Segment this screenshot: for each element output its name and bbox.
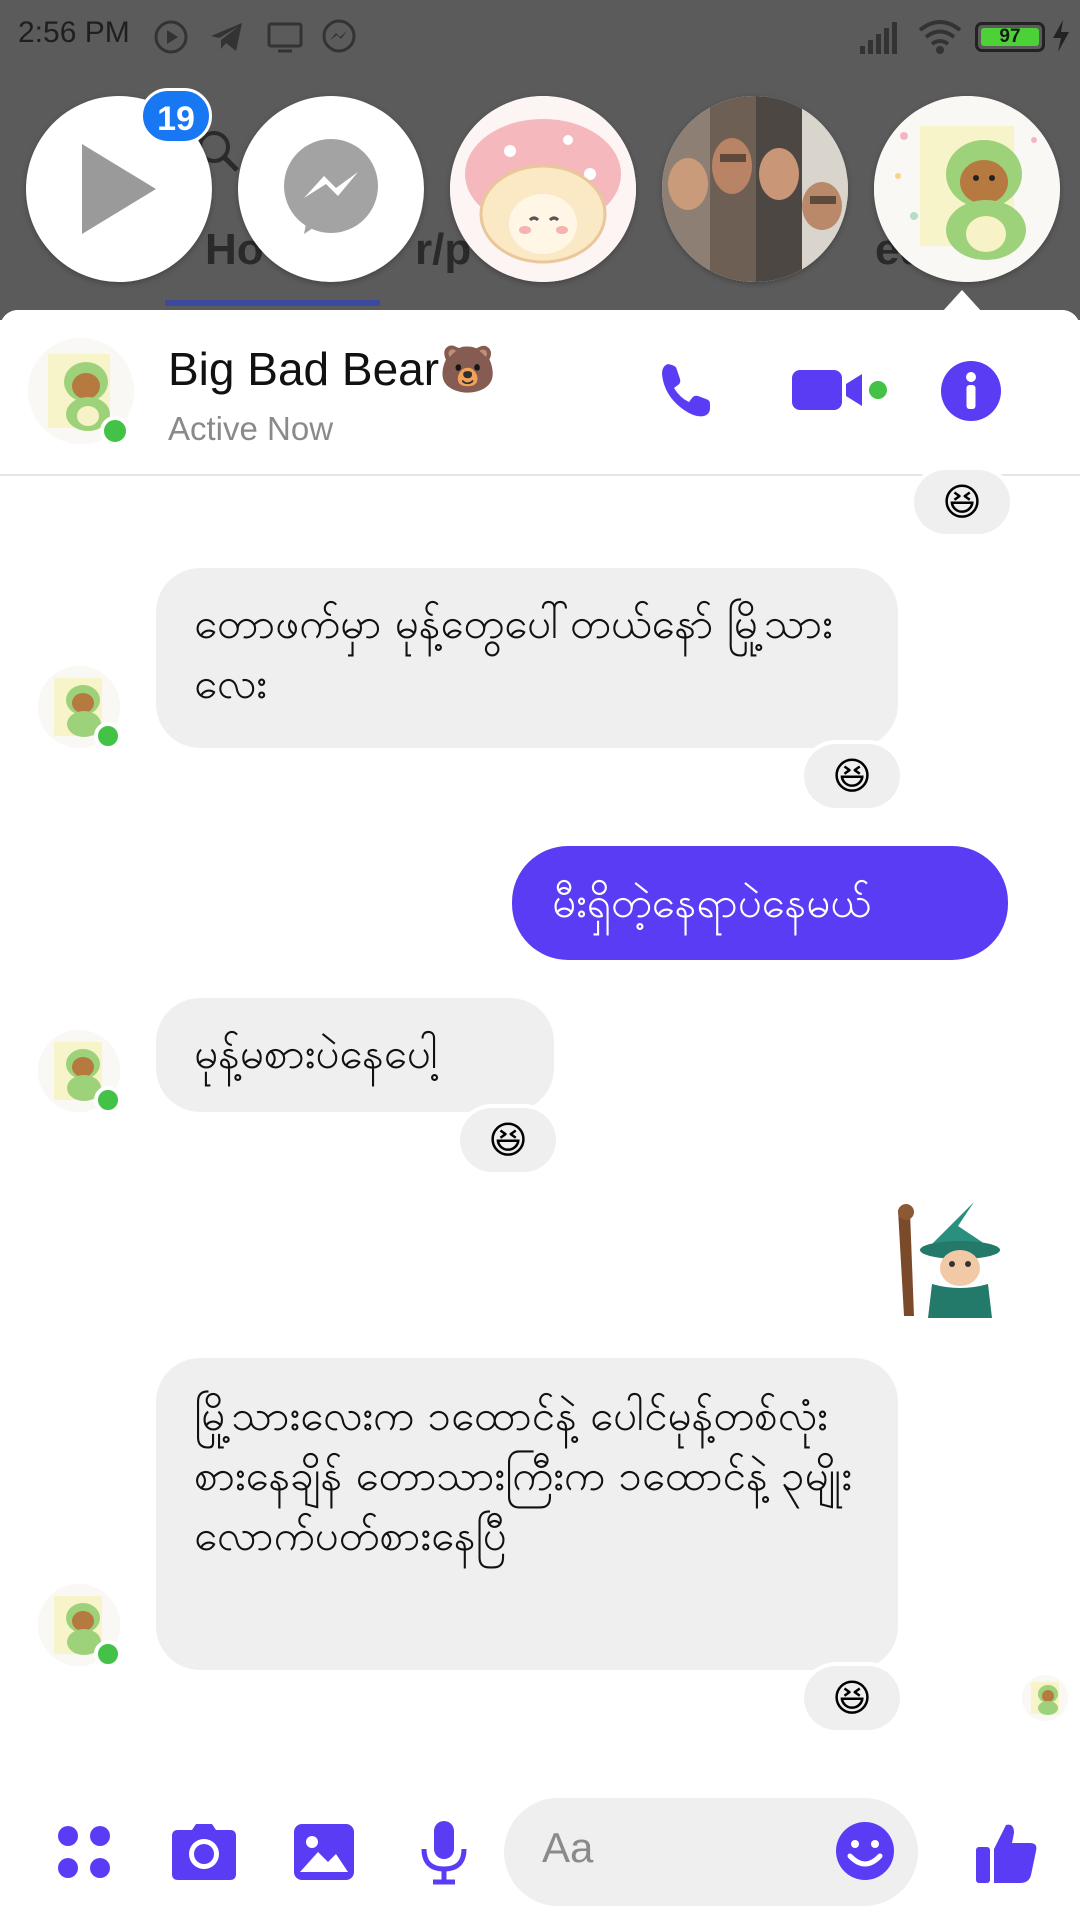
message-input[interactable]: Aa	[504, 1798, 918, 1906]
dino-cat-avatar	[874, 96, 1060, 282]
signal-icon	[858, 18, 897, 54]
active-head-pointer	[942, 290, 982, 312]
wizard-sticker[interactable]	[888, 1200, 1008, 1318]
wizard-sticker-image	[898, 1202, 1000, 1318]
messenger-icon	[284, 139, 378, 234]
chat-panel: Big Bad Bear🐻 Active Now 😆 တောဖက်မှာ မုန…	[0, 310, 1080, 1920]
chat-head-messenger[interactable]	[238, 96, 424, 282]
status-time: 2:56 PM	[18, 16, 130, 49]
sender-online-indicator	[94, 1640, 122, 1668]
video-call-button[interactable]	[788, 350, 888, 430]
messenger-notification-icon	[320, 18, 358, 54]
gallery-button[interactable]	[286, 1814, 362, 1890]
bg-tab-indicator	[165, 300, 380, 306]
reaction-badge[interactable]: 😆	[914, 470, 1010, 534]
status-bar: 2:56 PM 97	[0, 0, 1080, 72]
conversation-header: Big Bad Bear🐻 Active Now	[0, 310, 1080, 476]
online-indicator	[100, 416, 130, 446]
active-status: Active Now	[168, 410, 334, 447]
smiley-icon	[836, 1822, 894, 1880]
info-button[interactable]	[930, 350, 1012, 432]
cute-character-avatar	[450, 96, 636, 282]
four-dots-icon	[58, 1826, 110, 1878]
voice-record-button[interactable]	[406, 1814, 482, 1890]
more-actions-button[interactable]	[46, 1814, 122, 1890]
sender-online-indicator	[94, 722, 122, 750]
image-icon	[294, 1824, 354, 1880]
cast-icon	[266, 18, 304, 54]
charging-icon	[1050, 18, 1074, 54]
outgoing-message[interactable]: မီးရှိတဲ့နေရာပဲနေမယ်	[512, 846, 1008, 960]
incoming-message[interactable]: တောဖက်မှာ မုန့်တွေပေါ်တယ်နော် မြို့သားလေ…	[156, 568, 898, 748]
wifi-icon	[918, 18, 962, 54]
info-icon	[941, 361, 1001, 421]
message-input-placeholder: Aa	[542, 1824, 594, 1871]
chat-head-group[interactable]	[662, 96, 848, 282]
camera-icon	[172, 1824, 236, 1880]
group-photo-avatar	[662, 96, 848, 282]
unread-badge: 19	[140, 88, 212, 144]
reaction-badge[interactable]: 😆	[804, 744, 900, 808]
emoji-button[interactable]	[834, 1820, 896, 1882]
message-composer: Aa	[0, 1780, 1080, 1920]
reaction-badge[interactable]: 😆	[460, 1108, 556, 1172]
sender-online-indicator	[94, 1086, 122, 1114]
microphone-icon	[421, 1821, 467, 1885]
seen-receipt-avatar	[1022, 1675, 1068, 1721]
telegram-icon	[208, 18, 246, 54]
chat-head-cute-sticker[interactable]	[450, 96, 636, 282]
chat-head-big-bad-bear[interactable]	[874, 96, 1060, 282]
thumbs-up-icon	[976, 1824, 1037, 1883]
reaction-badge[interactable]: 😆	[804, 1666, 900, 1730]
voice-call-button[interactable]	[646, 350, 726, 430]
camera-button[interactable]	[166, 1814, 242, 1890]
phone-icon	[662, 364, 710, 417]
like-button[interactable]	[962, 1814, 1052, 1890]
video-camera-icon	[792, 370, 887, 410]
incoming-message[interactable]: မြို့သားလေးက ၁ထောင်နဲ့ ပေါင်မုန့်တစ်လုံး…	[156, 1358, 898, 1670]
battery-indicator: 97	[975, 22, 1045, 52]
battery-level: 97	[999, 26, 1021, 47]
youtube-icon	[152, 18, 190, 54]
incoming-message[interactable]: မုန့်မစားပဲနေပေါ့	[156, 998, 554, 1112]
contact-name: Big Bad Bear🐻	[168, 343, 497, 395]
